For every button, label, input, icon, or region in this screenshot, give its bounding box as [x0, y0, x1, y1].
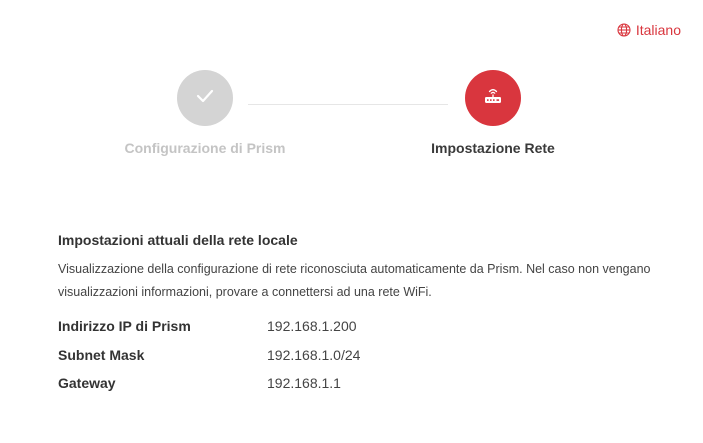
info-row-subnet: Subnet Mask 192.168.1.0/24: [58, 341, 658, 370]
step-network-setup: Impostazione Rete: [393, 70, 593, 156]
step-label: Impostazione Rete: [431, 140, 555, 156]
section-title: Impostazioni attuali della rete locale: [58, 232, 298, 248]
ip-address-label: Indirizzo IP di Prism: [58, 318, 191, 335]
step-prism-configuration: Configurazione di Prism: [105, 70, 305, 156]
step-label: Configurazione di Prism: [124, 140, 286, 156]
step-completed-circle: [177, 70, 233, 126]
language-selector[interactable]: Italiano: [617, 22, 681, 38]
language-label: Italiano: [635, 22, 681, 38]
info-row-gateway: Gateway 192.168.1.1: [58, 369, 658, 398]
setup-page: Italiano Configurazione di Prism Imposta…: [0, 0, 703, 443]
check-icon: [195, 88, 215, 109]
ip-address-value: 192.168.1.200: [267, 318, 357, 335]
gateway-label: Gateway: [58, 375, 116, 392]
info-row-ip: Indirizzo IP di Prism 192.168.1.200: [58, 312, 658, 341]
subnet-mask-value: 192.168.1.0/24: [267, 346, 361, 363]
gateway-value: 192.168.1.1: [267, 375, 341, 392]
router-icon: [482, 86, 504, 111]
step-active-circle: [465, 70, 521, 126]
globe-icon: [617, 23, 631, 37]
network-settings-section: Impostazioni attuali della rete locale V…: [58, 232, 658, 398]
section-description: Visualizzazione della configurazione di …: [58, 262, 651, 299]
setup-stepper: Configurazione di Prism Impostazione Ret…: [0, 70, 703, 160]
subnet-mask-label: Subnet Mask: [58, 346, 145, 363]
